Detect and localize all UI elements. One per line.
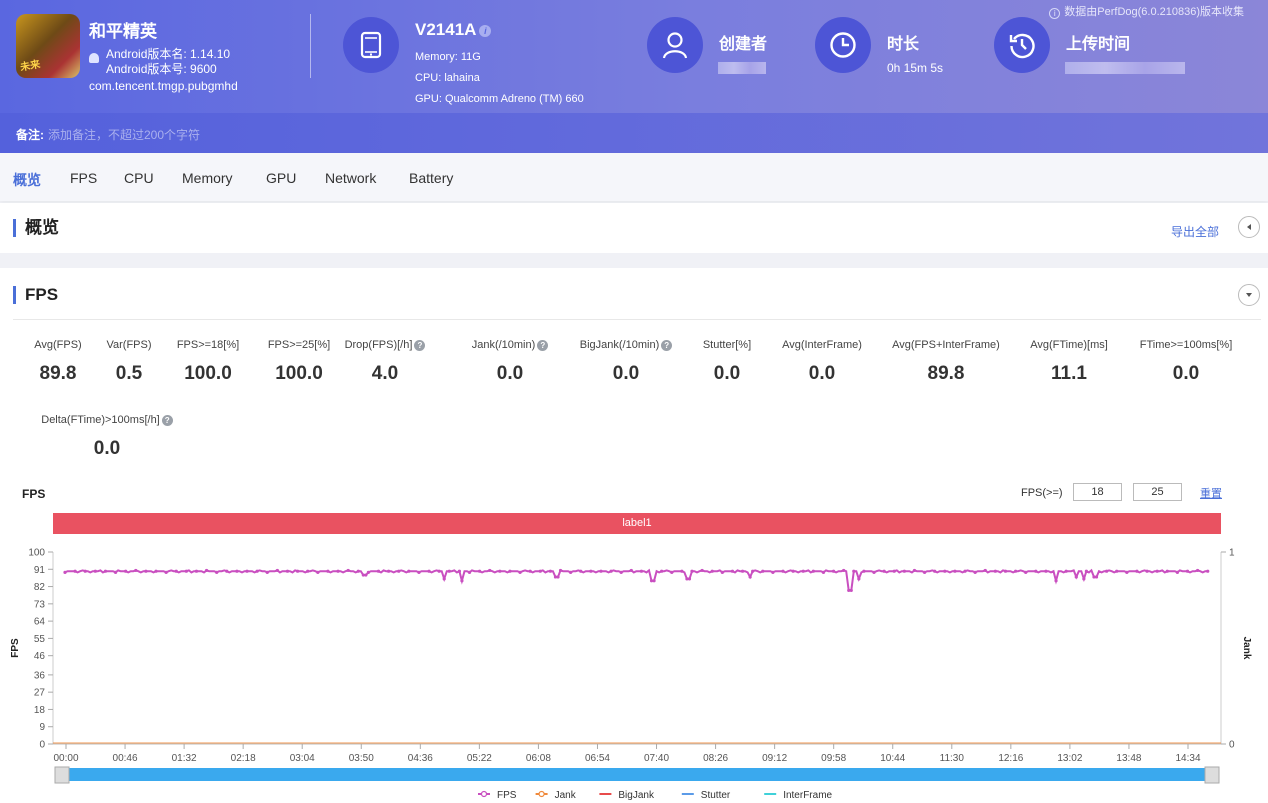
user-icon xyxy=(647,17,703,73)
overview-title: 概览 xyxy=(13,219,59,237)
tab-bar: 概览 FPS CPU Memory GPU Network Battery xyxy=(0,153,1268,201)
device-model-text: V2141A xyxy=(415,20,477,39)
source-note-text: 数据由PerfDog(6.0.210836)版本收集 xyxy=(1064,6,1244,18)
stat-label: Jank(/10min) xyxy=(471,339,536,351)
collapse-down-button[interactable] xyxy=(1238,284,1260,306)
threshold-input-2[interactable] xyxy=(1133,483,1182,501)
stat-value: 0.0 xyxy=(1172,363,1200,384)
tab-memory[interactable]: Memory xyxy=(182,170,233,186)
history-icon xyxy=(994,17,1050,73)
tab-battery[interactable]: Battery xyxy=(409,170,453,186)
info-icon[interactable]: i xyxy=(479,24,492,37)
duration-value: 0h 15m 5s xyxy=(887,61,944,75)
note-bar[interactable]: 备注: 添加备注，不超过200个字符 xyxy=(0,113,1268,153)
note-label: 备注: xyxy=(16,128,44,142)
upload-time-redacted xyxy=(1065,62,1185,74)
app-version-code: Android版本号: 9600 xyxy=(106,62,217,76)
reset-link[interactable]: 重置 xyxy=(1200,485,1222,501)
device-gpu: GPU: Qualcomm Adreno (TM) 660 xyxy=(415,93,584,105)
app-package: com.tencent.tmgp.pubgmhd xyxy=(89,79,238,93)
duration-label: 时长 xyxy=(887,36,920,53)
overview-panel: 概览 导出全部 xyxy=(0,203,1268,253)
section-divider xyxy=(13,319,1261,320)
app-icon: 未来 xyxy=(16,14,80,78)
tab-fps[interactable]: FPS xyxy=(70,170,97,186)
label-band[interactable]: label1 xyxy=(53,513,1221,534)
device-memory: Memory: 11G xyxy=(415,51,481,63)
app-icon-badge: 未来 xyxy=(19,59,42,74)
tablet-icon xyxy=(343,17,399,73)
export-all-link[interactable]: 导出全部 xyxy=(1171,223,1219,240)
tab-gpu[interactable]: GPU xyxy=(266,170,296,186)
report-header: 未来 和平精英 Android版本名: 1.14.10 Android版本号: … xyxy=(0,0,1268,113)
clock-icon xyxy=(815,17,871,73)
threshold-input-1[interactable] xyxy=(1073,483,1122,501)
creator-label: 创建者 xyxy=(719,36,768,53)
note-input[interactable]: 添加备注，不超过200个字符 xyxy=(48,128,200,142)
chart-title: FPS xyxy=(22,487,46,501)
threshold-label: FPS(>=) xyxy=(1021,487,1063,499)
tab-cpu[interactable]: CPU xyxy=(124,170,154,186)
device-model: V2141A i xyxy=(415,20,492,40)
source-note: i 数据由PerfDog(6.0.210836)版本收集 xyxy=(1049,3,1244,19)
stat-value: 0.0 xyxy=(93,438,121,459)
stat-label: FTime>=100ms[%] xyxy=(1139,339,1233,351)
fps-section-title: FPS xyxy=(13,286,58,304)
stat-label: Drop(FPS)[/h] xyxy=(344,339,413,351)
tab-overview[interactable]: 概览 xyxy=(13,170,41,190)
device-cpu: CPU: lahaina xyxy=(415,72,480,84)
caret-left-icon xyxy=(1247,224,1251,230)
help-icon[interactable]: ? xyxy=(161,415,173,426)
stat-label-row: Delta(FTime)>100ms[/h]? xyxy=(17,414,197,426)
stat-label: Delta(FTime)>100ms[/h] xyxy=(41,414,160,426)
tab-network[interactable]: Network xyxy=(325,170,376,186)
stat-item: Delta(FTime)>100ms[/h]? 0.0 xyxy=(17,414,197,460)
caret-down-icon xyxy=(1246,293,1252,297)
header-divider xyxy=(310,14,311,78)
info-circle-icon: i xyxy=(1049,8,1061,19)
collapse-left-button[interactable] xyxy=(1238,216,1260,238)
app-name: 和平精英 xyxy=(89,22,157,41)
upload-time-label: 上传时间 xyxy=(1066,36,1131,53)
creator-value-redacted xyxy=(718,62,766,74)
stat-item: FTime>=100ms[%] 0.0 xyxy=(1096,339,1268,385)
android-icon xyxy=(89,53,99,63)
